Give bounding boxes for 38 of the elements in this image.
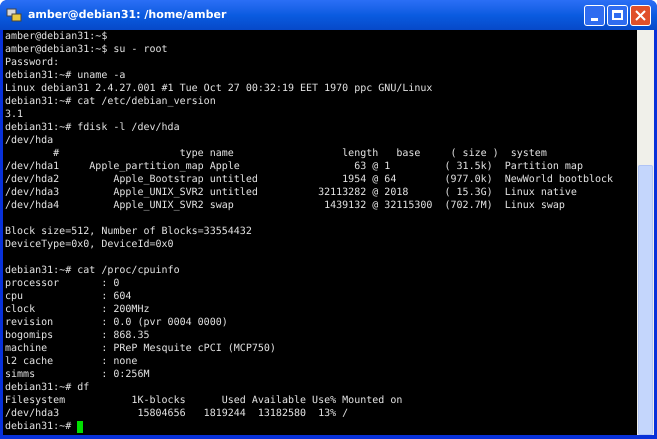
terminal-line: /dev/hda3 Apple_UNIX_SVR2 untitled 32113282 @ 2018 ( 15.3G) Linux native (5, 186, 577, 199)
terminal-line: bogomips : 868.35 (5, 329, 150, 342)
terminal-line: debian31:~# fdisk -l /dev/hda (5, 121, 180, 134)
terminal-line: Block size=512, Number of Blocks=33554432 (5, 225, 252, 238)
terminal-line: debian31:~# df (5, 381, 90, 394)
terminal-line: Filesystem 1K-blocks Used Available Use% Mounted on (5, 394, 402, 407)
terminal-line: /dev/hda1 Apple_partition_map Apple 63 @ 1 ( 31.5k) Partition map (5, 160, 583, 173)
scrollbar[interactable] (637, 30, 654, 435)
terminal-line: /dev/hda3 15804656 1819244 13182580 13% / (5, 407, 348, 420)
terminal-line: 3.1 (5, 108, 24, 121)
terminal-line: revision : 0.0 (pvr 0004 0000) (5, 316, 228, 329)
close-icon (635, 10, 646, 20)
window-title: amber@debian31: /home/amber (28, 6, 228, 23)
terminal-line: clock : 200MHz (5, 303, 150, 316)
close-button[interactable] (630, 4, 651, 26)
terminal-line: processor : 0 (5, 277, 120, 290)
maximize-button[interactable] (607, 4, 628, 26)
minimize-button[interactable] (584, 4, 605, 26)
terminal-line: /dev/hda (5, 134, 54, 147)
terminal-line: debian31:~# (5, 420, 72, 433)
terminal-line: simms : 0:256M (5, 368, 150, 381)
terminal-line: DeviceType=0x0, DeviceId=0x0 (5, 238, 174, 251)
terminal-line: amber@debian31:~$ su - root (5, 43, 168, 56)
terminal-line: l2 cache : none (5, 355, 138, 368)
terminal-icon (6, 7, 22, 23)
terminal-line: Password: (5, 56, 60, 69)
terminal-line: debian31:~# uname -a (5, 69, 126, 82)
terminal-line: debian31:~# cat /proc/cpuinfo (5, 264, 180, 277)
terminal-line: /dev/hda2 Apple_Bootstrap untitled 1954 @ 64 (977.0k) NewWorld bootblock (5, 173, 614, 186)
terminal-line: machine : PReP Mesquite cPCI (MCP750) (5, 342, 276, 355)
cursor-icon (77, 420, 84, 432)
terminal-line: /dev/hda4 Apple_UNIX_SVR2 swap 1439132 @ 32115300 (702.7M) Linux swap (5, 199, 565, 212)
scrollbar-thumb[interactable] (638, 165, 653, 435)
terminal-line: amber@debian31:~$ (5, 30, 108, 43)
terminal-line: Linux debian31 2.4.27.001 #1 Tue Oct 27 00:32:19 EET 1970 ppc GNU/Linux (5, 82, 432, 95)
terminal-line: # type name length base ( size ) system (52, 147, 547, 160)
terminal-line: debian31:~# cat /etc/debian_version (5, 95, 216, 108)
terminal-line: cpu : 604 (5, 290, 132, 303)
